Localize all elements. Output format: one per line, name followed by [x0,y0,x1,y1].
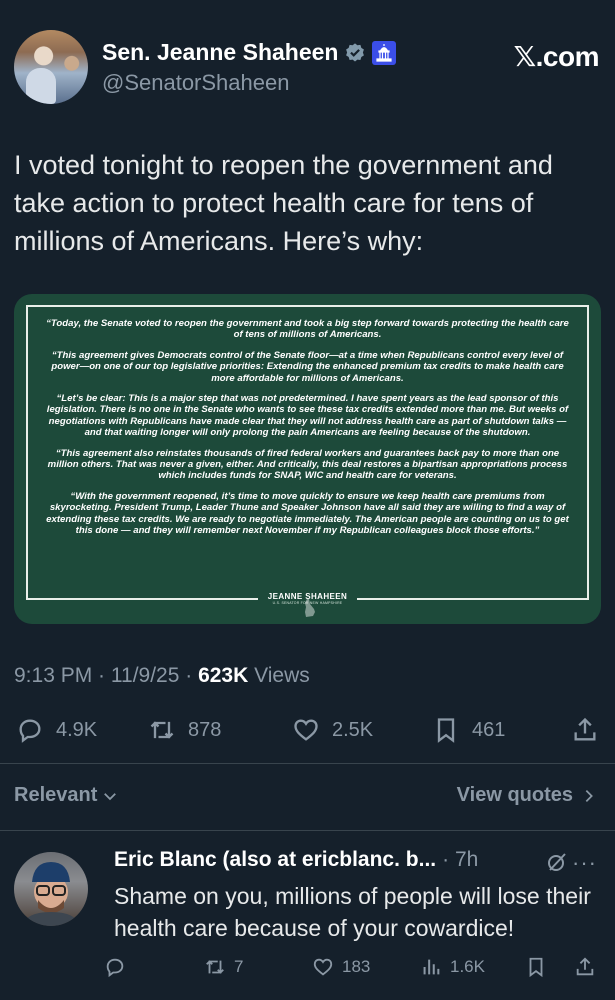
author-name-row: Sen. Jeanne Shaheen [102,39,397,66]
like-button[interactable]: 2.5K [292,716,373,744]
author-handle[interactable]: @SenatorShaheen [102,70,396,96]
bookmark-count: 461 [472,718,506,741]
statement-paragraph: “Today, the Senate voted to reopen the g… [46,318,569,341]
chevron-right-icon [585,789,593,802]
share-icon [576,957,594,976]
reply-views-count: 1.6K [450,957,485,976]
reply-bookmark-button[interactable] [525,956,547,978]
more-options-icon[interactable]: ··· [572,850,597,876]
sort-relevant-label: Relevant [14,784,98,806]
repost-icon [150,721,174,739]
author-name[interactable]: Sen. Jeanne Shaheen [102,39,338,66]
share-icon [574,717,596,741]
reply-count: 4.9K [56,718,98,741]
share-button[interactable] [571,716,599,744]
heart-icon [294,719,318,741]
statement-frame: “Today, the Senate voted to reopen the g… [26,305,589,600]
new-hampshire-outline-icon [305,599,315,617]
statement-image[interactable]: “Today, the Senate voted to reopen the g… [14,294,601,624]
tweet-header: Sen. Jeanne Shaheen @SenatorShaheen 𝕏.co… [14,30,601,106]
capitol-icon [372,40,397,65]
x-com-logo: 𝕏.com [513,41,600,72]
author-avatar[interactable] [14,30,88,104]
tweet-date[interactable]: 11/9/25 [111,664,180,687]
reply-avatar[interactable] [14,852,88,926]
like-count: 2.5K [332,718,374,741]
statement-paragraph: “With the government reopened, it’s time… [46,490,569,537]
tweet-time[interactable]: 9:13 PM [14,664,92,687]
tweet-text: I voted tonight to reopen the government… [14,150,553,256]
statement-paragraph: “Let’s be clear: This is a major step th… [46,393,569,439]
statement-paragraphs: “Today, the Senate voted to reopen the g… [28,307,587,537]
repost-icon [206,960,224,974]
divider [0,763,615,764]
sort-relevant-dropdown[interactable]: Relevant [14,784,119,807]
statement-paragraph: “This agreement gives Democrats control … [51,349,564,384]
views-label: Views [248,664,310,687]
reply-text: Shame on you, millions of people will lo… [114,883,591,941]
verified-badge-icon [346,42,365,62]
meta-separator: · [92,664,111,687]
heart-icon [313,958,333,976]
views-count[interactable]: 623K [198,664,248,687]
reply-reply-button[interactable] [104,956,126,978]
bookmark-button[interactable]: 461 [432,716,505,744]
chevron-down-icon [104,792,117,800]
view-quotes-label: View quotes [456,784,573,806]
tweet-action-bar: 4.9K 878 2.5K 461 [14,716,601,748]
reply-share-button[interactable] [574,956,596,978]
reply-time[interactable]: · 7h [442,848,478,872]
tweet-meta: 9:13 PM · 11/9/25 · 623K Views [14,664,310,688]
repost-button[interactable]: 878 [148,716,221,744]
author-block: Sen. Jeanne Shaheen @SenatorShaheen [102,39,397,96]
reply-repost-button[interactable]: 7 [204,956,243,978]
reply-repost-count: 7 [234,957,244,976]
reply-icon [106,958,124,978]
meta-separator: · [179,664,199,687]
divider [0,830,615,831]
view-quotes-link[interactable]: View quotes [457,784,597,807]
grok-icon[interactable] [545,850,569,874]
reply-like-count: 183 [342,957,371,976]
reply-avatar-photo [22,862,80,926]
views-chart-icon [423,959,440,975]
reply-header: Eric Blanc (also at ericblanc. b... · 7h [114,848,478,872]
bookmark-icon [529,957,543,978]
reply-like-button[interactable]: 183 [312,956,370,978]
repost-count: 878 [188,718,222,741]
statement-paragraph: “This agreement also reinstates thousand… [47,447,568,482]
reply-author-name[interactable]: Eric Blanc (also at ericblanc. b... [114,848,436,872]
reply-action-bar: 7 183 1.6K [14,956,615,984]
reply-icon [19,719,41,743]
reply-button[interactable]: 4.9K [16,716,97,744]
bookmark-icon [437,718,455,743]
reply-views-button[interactable]: 1.6K [420,956,485,978]
